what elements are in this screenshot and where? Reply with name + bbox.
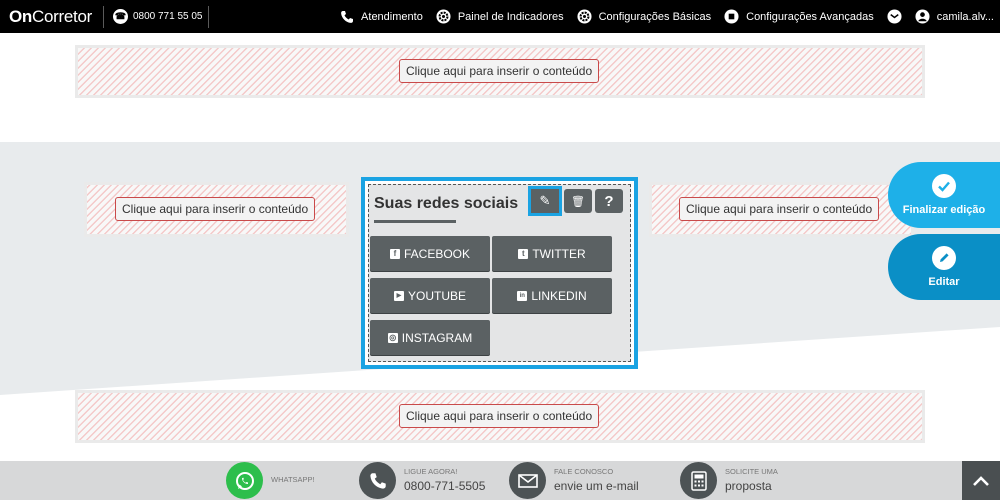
twitter-icon: t	[518, 248, 529, 259]
footer-call[interactable]: LIGUE AGORA! 0800-771-5505	[359, 461, 485, 500]
back-to-top-button[interactable]	[962, 461, 1000, 500]
call-phone-number: 0800-771-5505	[404, 478, 486, 493]
user-name: camila.alv...	[936, 10, 994, 23]
linkedin-button[interactable]: in LINKEDIN	[492, 278, 612, 313]
quote-text: SOLICITE UMA proposta	[725, 467, 778, 493]
insert-content-button[interactable]: Clique aqui para inserir o conteúdo	[399, 59, 600, 83]
call-text: LIGUE AGORA! 0800-771-5505	[404, 467, 486, 493]
trash-icon: 🗑	[571, 195, 585, 208]
mail-icon	[887, 9, 902, 24]
logo-text: Corretor	[32, 6, 92, 26]
nav-config-basicas-label: Configurações Básicas	[598, 10, 712, 23]
phone-icon	[359, 462, 396, 499]
social-title: Suas redes sociais	[374, 195, 519, 212]
finish-editing-button[interactable]: Finalizar edição	[888, 162, 1000, 228]
contact-footer-bar: WHATSAPP! LIGUE AGORA! 0800-771-5505 FAL…	[0, 461, 1000, 500]
pencil-icon: ✎	[539, 193, 551, 208]
oncorretor-logo[interactable]: On Corretor	[9, 7, 92, 27]
twitter-label: TWITTER	[532, 246, 586, 261]
header-phone[interactable]: ☎ 0800 771 55 05	[112, 9, 203, 24]
calculator-icon	[680, 462, 717, 499]
finish-editing-label: Finalizar edição	[902, 204, 986, 216]
whatsapp-label: WHATSAPP!	[271, 475, 315, 485]
content-placeholder-bottom[interactable]: Clique aqui para inserir o conteúdo	[75, 390, 925, 443]
help-widget-button[interactable]: ?	[595, 189, 623, 213]
logo-text-bold: On	[9, 6, 33, 26]
pencil-icon	[932, 246, 956, 270]
insert-content-button[interactable]: Clique aqui para inserir o conteúdo	[399, 404, 600, 428]
nav-configuracoes-avancadas[interactable]: Configurações Avançadas	[724, 9, 874, 24]
phone-icon	[341, 10, 354, 23]
delete-widget-button[interactable]: 🗑	[564, 189, 592, 213]
footer-whatsapp[interactable]: WHATSAPP!	[226, 461, 315, 500]
email-small-label: FALE CONOSCO	[554, 467, 614, 477]
youtube-label: YOUTUBE	[407, 288, 466, 303]
youtube-icon: ▶	[393, 290, 404, 301]
nav-atendimento-label: Atendimento	[361, 10, 423, 23]
nav-atendimento[interactable]: Atendimento	[340, 10, 423, 24]
insert-content-button[interactable]: Clique aqui para inserir o conteúdo	[679, 197, 880, 221]
content-placeholder-right[interactable]: Clique aqui para inserir o conteúdo	[649, 182, 914, 237]
divider	[102, 5, 104, 28]
nav-painel-indicadores[interactable]: Painel de Indicadores	[436, 9, 564, 24]
title-underline	[374, 220, 456, 223]
user-icon	[915, 9, 930, 24]
instagram-icon: ◎	[387, 332, 398, 343]
divider	[208, 5, 210, 28]
facebook-button[interactable]: f FACEBOOK	[370, 236, 490, 271]
footer-quote[interactable]: SOLICITE UMA proposta	[680, 461, 778, 500]
edit-label: Editar	[928, 276, 960, 288]
edit-button[interactable]: Editar	[888, 234, 1000, 300]
social-widget-body: Suas redes sociais ✎ 🗑 ? f FACEBOOK t TW…	[368, 184, 631, 362]
instagram-label: INSTAGRAM	[401, 330, 473, 345]
nav-messages[interactable]	[887, 9, 902, 24]
gear-icon	[577, 9, 592, 24]
insert-content-button[interactable]: Clique aqui para inserir o conteúdo	[115, 197, 316, 221]
edit-widget-button[interactable]: ✎	[528, 186, 562, 216]
nav-configuracoes-basicas[interactable]: Configurações Básicas	[577, 9, 712, 24]
nav-painel-label: Painel de Indicadores	[457, 10, 564, 23]
phone-circle-icon: ☎	[112, 9, 128, 24]
footer-email[interactable]: FALE CONOSCO envie um e-mail	[509, 461, 639, 500]
instagram-button[interactable]: ◎ INSTAGRAM	[370, 320, 490, 355]
youtube-button[interactable]: ▶ YOUTUBE	[370, 278, 490, 313]
call-small-label: LIGUE AGORA!	[404, 467, 458, 477]
facebook-label: FACEBOOK	[403, 246, 471, 261]
nav-user-menu[interactable]: camila.alv...	[915, 9, 994, 24]
facebook-icon: f	[389, 248, 400, 259]
twitter-button[interactable]: t TWITTER	[492, 236, 612, 271]
envelope-icon	[509, 462, 546, 499]
question-icon: ?	[604, 192, 614, 210]
whatsapp-text: WHATSAPP!	[271, 475, 315, 485]
check-icon	[932, 174, 956, 198]
chevron-up-icon	[973, 475, 989, 486]
whatsapp-icon	[226, 462, 263, 499]
main-nav: Atendimento Painel de Indicadores Config…	[327, 0, 1000, 33]
linkedin-icon: in	[517, 290, 528, 301]
quote-small-label: SOLICITE UMA	[725, 467, 778, 477]
social-networks-widget[interactable]: Suas redes sociais ✎ 🗑 ? f FACEBOOK t TW…	[361, 177, 638, 369]
square-icon	[724, 9, 739, 24]
email-big-label: envie um e-mail	[554, 478, 639, 493]
quote-big-label: proposta	[725, 478, 772, 493]
nav-config-avancadas-label: Configurações Avançadas	[746, 10, 874, 23]
top-navigation-bar: On Corretor ☎ 0800 771 55 05 Atendimento …	[0, 0, 1000, 33]
linkedin-label: LINKEDIN	[531, 288, 587, 303]
gear-icon	[436, 9, 451, 24]
content-placeholder-left[interactable]: Clique aqui para inserir o conteúdo	[84, 182, 349, 237]
content-placeholder-top[interactable]: Clique aqui para inserir o conteúdo	[75, 45, 925, 98]
header-phone-number: 0800 771 55 05	[132, 11, 203, 22]
email-text: FALE CONOSCO envie um e-mail	[554, 467, 639, 493]
